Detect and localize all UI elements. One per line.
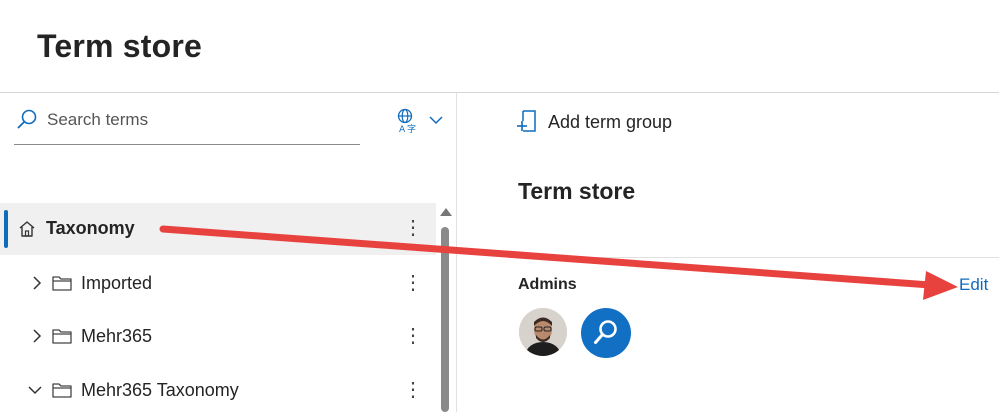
person-photo-icon — [519, 308, 567, 356]
admins-label: Admins — [518, 276, 577, 293]
chevron-down-icon — [429, 116, 443, 125]
header-divider — [0, 92, 999, 93]
folder-icon — [52, 383, 72, 398]
tree-item-label: Imported — [81, 273, 153, 293]
chevron-down-icon[interactable] — [28, 383, 42, 397]
tree-item-label: Mehr365 Taxonomy — [81, 380, 239, 400]
folder-icon — [52, 276, 72, 291]
scroll-up-arrow-icon[interactable] — [440, 208, 452, 216]
search-icon — [17, 109, 37, 129]
tree-scrollbar[interactable] — [438, 205, 452, 412]
section-title: Term store — [518, 178, 636, 204]
svg-text:A: A — [399, 125, 406, 134]
chevron-right-icon[interactable] — [30, 276, 44, 290]
home-icon — [19, 221, 35, 237]
more-options-button[interactable]: ⋮ — [403, 323, 423, 349]
add-term-group-label: Add term group — [548, 112, 673, 132]
search-terms-input[interactable]: Search terms — [14, 106, 360, 145]
admin-search-avatar[interactable] — [581, 308, 631, 358]
language-picker-button[interactable]: A 字 — [396, 108, 446, 134]
section-divider — [518, 257, 999, 258]
more-options-button[interactable]: ⋮ — [403, 215, 423, 241]
annotation-arrow-head — [923, 271, 958, 300]
tree-item-group[interactable]: Mehr365 ⋮ — [0, 311, 436, 363]
more-options-button[interactable]: ⋮ — [403, 377, 423, 403]
tree-item-group[interactable]: Mehr365 Taxonomy ⋮ — [0, 365, 436, 417]
scroll-thumb[interactable] — [441, 227, 449, 412]
tree-item-group[interactable]: Imported ⋮ — [0, 258, 436, 310]
svg-text:字: 字 — [407, 123, 416, 134]
page-title: Term store — [37, 28, 203, 64]
selection-indicator — [4, 210, 8, 248]
add-term-group-icon — [517, 110, 536, 132]
more-options-button[interactable]: ⋮ — [403, 270, 423, 296]
edit-admins-link[interactable]: Edit — [959, 275, 988, 295]
language-translate-icon: A 字 — [397, 108, 416, 134]
pane-divider[interactable] — [456, 93, 457, 412]
search-placeholder: Search terms — [47, 110, 149, 129]
tree-item-label: Taxonomy — [46, 218, 135, 238]
tree-item-label: Mehr365 — [81, 326, 153, 346]
search-icon — [594, 320, 617, 344]
tree-item-taxonomy[interactable]: Taxonomy ⋮ — [0, 203, 436, 255]
folder-icon — [52, 329, 72, 344]
chevron-right-icon[interactable] — [30, 329, 44, 343]
admin-avatar[interactable] — [519, 308, 567, 356]
